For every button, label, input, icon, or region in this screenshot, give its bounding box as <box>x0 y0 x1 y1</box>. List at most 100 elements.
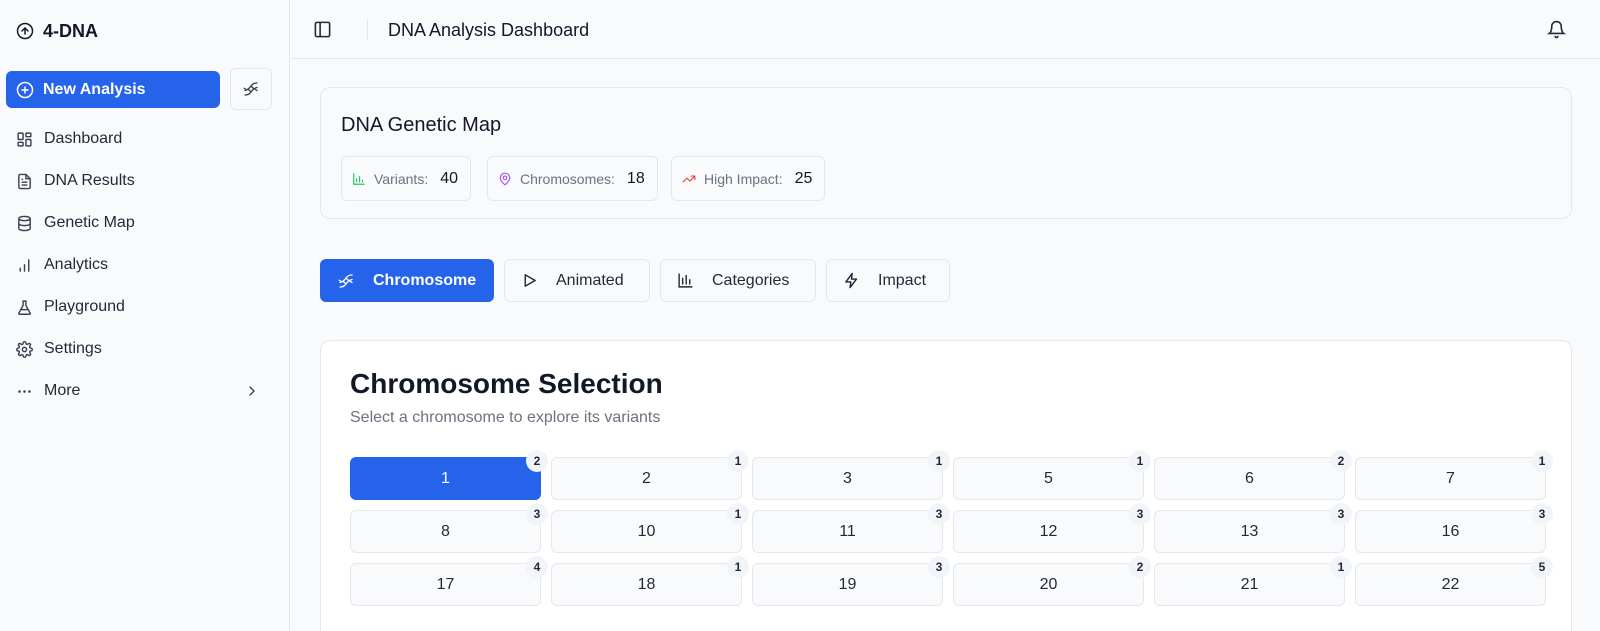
chromosomes-value: 18 <box>626 169 645 187</box>
chromosome-button[interactable]: 16 3 <box>1355 503 1553 553</box>
sidebar-item-genetic-map[interactable]: Genetic Map <box>6 202 268 244</box>
sidebar-item-label: Genetic Map <box>44 214 135 231</box>
sidebar-item-label: Analytics <box>44 256 109 273</box>
chromosome-selection-title: Chromosome Selection <box>350 368 663 399</box>
variant-count-badge: 5 <box>1531 556 1553 578</box>
high-impact-label: High Impact: <box>704 170 783 187</box>
variant-count-badge: 2 <box>1129 556 1151 578</box>
variant-count-badge: 3 <box>928 503 950 525</box>
chromosome-button[interactable]: 11 3 <box>752 503 950 553</box>
tab-chromosome[interactable]: Chromosome <box>320 259 494 302</box>
trending-up-icon <box>682 172 696 186</box>
sidebar-nav: Dashboard DNA Results Genetic Map Analyt… <box>6 118 268 412</box>
dashboard-grid-icon <box>16 131 33 148</box>
sidebar-item-label: DNA Results <box>44 172 135 189</box>
variant-count-badge: 3 <box>526 503 548 525</box>
chromosome-label: 6 <box>1245 469 1254 487</box>
chromosome-button[interactable]: 18 1 <box>551 556 749 606</box>
variant-count-badge: 1 <box>928 450 950 472</box>
sidebar-item-settings[interactable]: Settings <box>6 328 268 370</box>
genetic-map-title: DNA Genetic Map <box>341 114 502 136</box>
tab-label: Animated <box>556 271 624 289</box>
chromosome-label: 20 <box>1039 575 1058 593</box>
chromosome-label: 10 <box>637 522 656 540</box>
chromosome-label: 12 <box>1039 522 1058 540</box>
variants-value: 40 <box>440 169 459 187</box>
sidebar-item-label: Playground <box>44 298 125 315</box>
map-pin-icon <box>498 172 512 186</box>
chromosome-button[interactable]: 31 <box>752 450 950 500</box>
tab-animated[interactable]: Animated <box>504 259 650 302</box>
sidebar-item-playground[interactable]: Playground <box>6 286 268 328</box>
sidebar-item-dashboard[interactable]: Dashboard <box>6 118 268 160</box>
variant-count-badge: 3 <box>1531 503 1553 525</box>
chromosome-button[interactable]: 12 3 <box>953 503 1151 553</box>
variants-stat: Variants: 40 <box>341 156 472 201</box>
topbar-divider <box>367 19 368 41</box>
chromosome-button[interactable]: 22 5 <box>1355 556 1553 606</box>
sidebar-item-label: Settings <box>44 340 102 357</box>
tab-impact[interactable]: Impact <box>826 259 950 302</box>
circle-arrow-up-icon <box>16 22 34 40</box>
sidebar-item-label: More <box>44 382 81 399</box>
chromosome-label: 1 <box>441 469 450 487</box>
bar-chart-icon <box>677 272 694 289</box>
play-icon <box>521 272 538 289</box>
sidebar-item-analytics[interactable]: Analytics <box>6 244 268 286</box>
bell-icon[interactable] <box>1547 20 1566 39</box>
dna-icon <box>242 80 260 98</box>
variant-count-badge: 4 <box>526 556 548 578</box>
sidebar-toggle-icon[interactable] <box>313 20 332 39</box>
bar-chart-icon <box>16 257 33 274</box>
chromosome-selection-card: Chromosome Selection Select a chromosome… <box>320 340 1572 631</box>
chromosome-button[interactable]: 20 2 <box>953 556 1151 606</box>
dna-quick-button[interactable] <box>230 68 272 110</box>
high-impact-value: 25 <box>794 169 813 187</box>
chromosome-label: 3 <box>843 469 852 487</box>
variant-count-badge: 3 <box>1129 503 1151 525</box>
brand-name: 4-DNA <box>43 20 99 41</box>
chromosome-label: 11 <box>839 522 856 540</box>
variant-count-badge: 1 <box>727 556 749 578</box>
chromosome-label: 13 <box>1240 522 1259 540</box>
chromosome-label: 19 <box>838 575 857 593</box>
gear-icon <box>16 340 33 358</box>
chromosome-label: 7 <box>1446 469 1455 487</box>
brand[interactable]: 4-DNA <box>16 19 98 43</box>
new-analysis-label: New Analysis <box>43 80 146 98</box>
chromosome-button[interactable]: 13 3 <box>1154 503 1352 553</box>
variants-label: Variants: <box>374 170 429 187</box>
variant-count-badge: 1 <box>727 503 749 525</box>
chromosome-button[interactable]: 21 <box>551 450 749 500</box>
variant-count-badge: 2 <box>1330 450 1352 472</box>
chromosome-label: 2 <box>642 469 651 487</box>
topbar: DNA Analysis Dashboard <box>291 0 1600 59</box>
chromosome-button[interactable]: 51 <box>953 450 1151 500</box>
chromosome-button[interactable]: 83 <box>350 503 548 553</box>
sidebar: 4-DNA New Analysis Dashboard DNA Results… <box>0 0 290 631</box>
high-impact-stat: High Impact: 25 <box>671 156 826 201</box>
chromosome-button[interactable]: 71 <box>1355 450 1553 500</box>
chromosomes-stat: Chromosomes: 18 <box>487 156 658 201</box>
tab-label: Chromosome <box>373 271 477 289</box>
dna-icon <box>337 272 355 290</box>
sidebar-item-dna-results[interactable]: DNA Results <box>6 160 268 202</box>
chromosome-button[interactable]: 19 3 <box>752 556 950 606</box>
chromosome-button[interactable]: 12 <box>350 450 548 500</box>
chromosome-button[interactable]: 17 4 <box>350 556 548 606</box>
chromosome-label: 22 <box>1441 575 1460 593</box>
chromosome-label: 21 <box>1240 575 1259 593</box>
new-analysis-button[interactable]: New Analysis <box>6 71 220 108</box>
variant-count-badge: 1 <box>1129 450 1151 472</box>
chromosome-button[interactable]: 62 <box>1154 450 1352 500</box>
tab-label: Impact <box>878 271 927 289</box>
chromosome-label: 18 <box>637 575 656 593</box>
chromosome-button[interactable]: 21 1 <box>1154 556 1352 606</box>
variant-count-badge: 3 <box>1330 503 1352 525</box>
variant-count-badge: 1 <box>1531 450 1553 472</box>
chevron-right-icon <box>244 383 260 399</box>
chromosome-label: 16 <box>1441 522 1460 540</box>
chromosome-button[interactable]: 10 1 <box>551 503 749 553</box>
sidebar-item-more[interactable]: More <box>6 370 268 412</box>
tab-categories[interactable]: Categories <box>660 259 816 302</box>
